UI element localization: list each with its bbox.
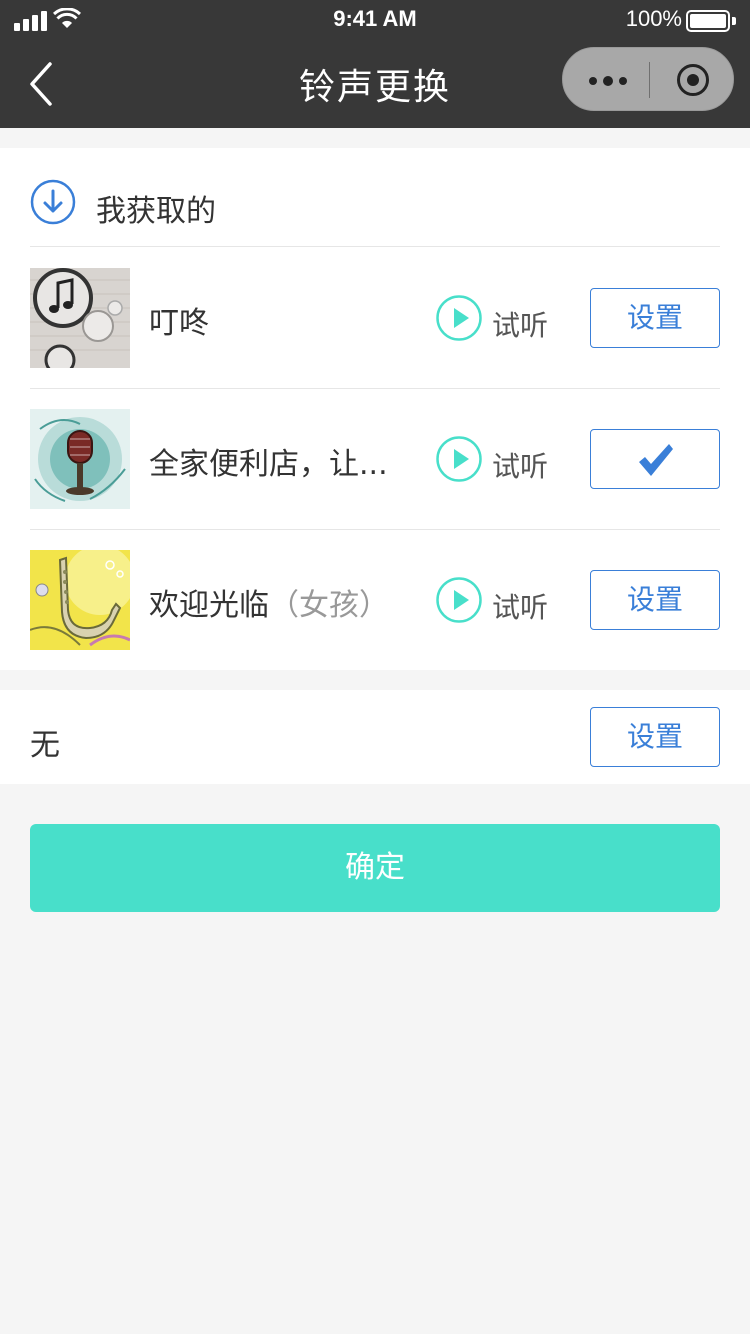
close-mini-program-button[interactable]: [650, 48, 735, 112]
music-notes-thumb: [30, 268, 130, 368]
preview-label: 试听: [492, 309, 549, 342]
play-circle-icon: [436, 577, 482, 623]
play-circle-icon: [436, 436, 482, 482]
set-ringtone-button[interactable]: 设置: [590, 570, 720, 630]
download-circle-icon: [30, 179, 76, 225]
top-bar: 9:41 AM 100% 铃声更换: [0, 0, 750, 128]
mini-program-capsule: [562, 47, 734, 111]
no-ringtone-row: 无 设置: [0, 690, 750, 784]
saxophone-thumb: [30, 550, 130, 650]
ringtone-name: 欢迎光临（女孩）: [149, 588, 389, 623]
more-dot-icon: [619, 77, 627, 85]
more-dot-icon: [603, 76, 613, 86]
set-ringtone-button[interactable]: 设置: [590, 288, 720, 348]
list-item: 欢迎光临（女孩） 试听 设置: [30, 530, 720, 671]
confirm-button[interactable]: 确定: [30, 824, 720, 912]
battery-percent: 100%: [625, 6, 682, 31]
selected-ringtone-button[interactable]: [590, 429, 720, 489]
section-title: 我获取的: [96, 194, 216, 229]
ringtone-name: 全家便利店，让...: [149, 447, 388, 482]
no-ringtone-label: 无: [30, 728, 60, 763]
checkmark-icon: [639, 444, 673, 476]
status-bar: 9:41 AM 100%: [0, 0, 750, 40]
battery-icon: [686, 10, 736, 32]
preview-label: 试听: [492, 450, 549, 483]
ringtone-list-card: 我获取的 叮咚 试听 设置 全家便利店，让... 试听 欢迎光临（女孩） 试听 …: [0, 148, 750, 670]
play-circle-icon: [436, 295, 482, 341]
microphone-thumb: [30, 409, 130, 509]
list-item: 全家便利店，让... 试听: [30, 389, 720, 530]
more-dot-icon: [589, 77, 597, 85]
target-dot: [687, 74, 699, 86]
preview-label: 试听: [492, 591, 549, 624]
list-item: 叮咚 试听 设置: [30, 248, 720, 389]
more-button[interactable]: [563, 48, 649, 112]
set-no-ringtone-button[interactable]: 设置: [590, 707, 720, 767]
section-header: 我获取的: [30, 148, 720, 247]
ringtone-name: 叮咚: [149, 306, 209, 341]
